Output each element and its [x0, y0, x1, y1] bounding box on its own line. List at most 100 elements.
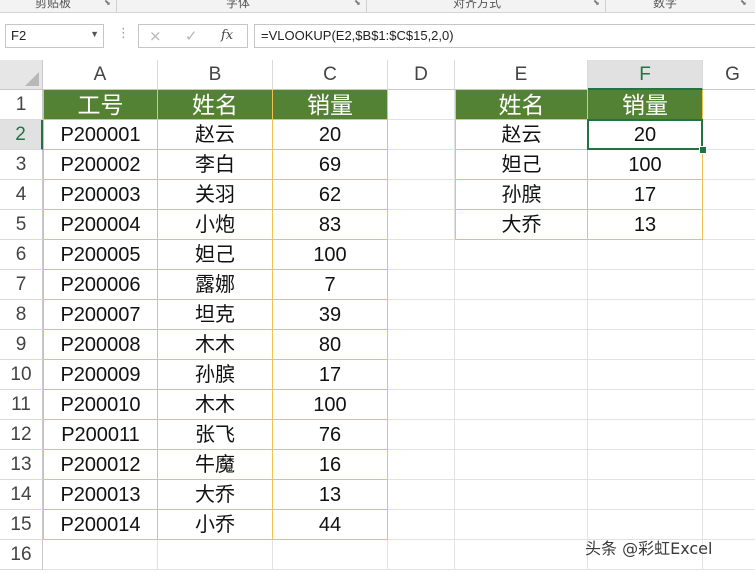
lookup-cell[interactable]: 13: [588, 210, 703, 240]
row-header-2[interactable]: 2: [0, 120, 43, 150]
empty-cell[interactable]: [455, 450, 588, 480]
empty-cell[interactable]: [588, 330, 703, 360]
empty-cell[interactable]: [588, 270, 703, 300]
empty-cell[interactable]: [588, 480, 703, 510]
clipboard-launcher-icon[interactable]: ⬊: [104, 0, 112, 7]
empty-cell[interactable]: [703, 90, 755, 120]
empty-cell[interactable]: [388, 120, 455, 150]
empty-cell[interactable]: [703, 420, 755, 450]
table-cell[interactable]: 张飞: [158, 420, 273, 450]
table-cell[interactable]: 小乔: [158, 510, 273, 540]
table-cell[interactable]: 木木: [158, 330, 273, 360]
table-cell[interactable]: 李白: [158, 150, 273, 180]
empty-cell[interactable]: [388, 180, 455, 210]
table-cell[interactable]: P200002: [43, 150, 158, 180]
empty-cell[interactable]: [588, 420, 703, 450]
lookup-cell[interactable]: 100: [588, 150, 703, 180]
empty-cell[interactable]: [388, 420, 455, 450]
column-header-g[interactable]: G: [703, 60, 755, 90]
row-header-8[interactable]: 8: [0, 300, 43, 330]
lookup-cell[interactable]: 孙膑: [455, 180, 588, 210]
table-header-cell[interactable]: 工号: [43, 90, 158, 120]
row-header-1[interactable]: 1: [0, 90, 43, 120]
empty-cell[interactable]: [588, 300, 703, 330]
table-cell[interactable]: 16: [273, 450, 388, 480]
empty-cell[interactable]: [703, 450, 755, 480]
table-cell[interactable]: P200006: [43, 270, 158, 300]
table-header-cell[interactable]: 姓名: [158, 90, 273, 120]
formula-input[interactable]: =VLOOKUP(E2,$B$1:$C$15,2,0): [254, 24, 755, 48]
table-cell[interactable]: 木木: [158, 390, 273, 420]
column-header-f[interactable]: F: [588, 60, 703, 90]
lookup-cell[interactable]: 妲己: [455, 150, 588, 180]
table-cell[interactable]: 露娜: [158, 270, 273, 300]
select-all-button[interactable]: [0, 60, 43, 90]
table-cell[interactable]: P200014: [43, 510, 158, 540]
table-cell[interactable]: P200004: [43, 210, 158, 240]
empty-cell[interactable]: [388, 540, 455, 570]
empty-cell[interactable]: [388, 270, 455, 300]
table-header-cell[interactable]: 销量: [273, 90, 388, 120]
empty-cell[interactable]: [388, 330, 455, 360]
empty-cell[interactable]: [455, 390, 588, 420]
row-header-3[interactable]: 3: [0, 150, 43, 180]
empty-cell[interactable]: [455, 480, 588, 510]
table-cell[interactable]: 39: [273, 300, 388, 330]
column-header-d[interactable]: D: [388, 60, 455, 90]
table-cell[interactable]: 7: [273, 270, 388, 300]
table-cell[interactable]: 孙膑: [158, 360, 273, 390]
number-launcher-icon[interactable]: ⬊: [740, 0, 748, 7]
row-header-6[interactable]: 6: [0, 240, 43, 270]
table-cell[interactable]: P200010: [43, 390, 158, 420]
row-header-11[interactable]: 11: [0, 390, 43, 420]
row-header-7[interactable]: 7: [0, 270, 43, 300]
empty-cell[interactable]: [703, 210, 755, 240]
empty-cell[interactable]: [43, 540, 158, 570]
table-cell[interactable]: 大乔: [158, 480, 273, 510]
lookup-cell[interactable]: 17: [588, 180, 703, 210]
row-header-4[interactable]: 4: [0, 180, 43, 210]
empty-cell[interactable]: [388, 510, 455, 540]
empty-cell[interactable]: [388, 300, 455, 330]
row-header-5[interactable]: 5: [0, 210, 43, 240]
table-cell[interactable]: 小炮: [158, 210, 273, 240]
empty-cell[interactable]: [588, 360, 703, 390]
table-cell[interactable]: P200011: [43, 420, 158, 450]
table-cell[interactable]: P200009: [43, 360, 158, 390]
row-header-14[interactable]: 14: [0, 480, 43, 510]
empty-cell[interactable]: [388, 390, 455, 420]
empty-cell[interactable]: [158, 540, 273, 570]
lookup-header-cell[interactable]: 销量: [588, 90, 703, 120]
empty-cell[interactable]: [703, 390, 755, 420]
table-cell[interactable]: P200008: [43, 330, 158, 360]
table-cell[interactable]: 13: [273, 480, 388, 510]
empty-cell[interactable]: [388, 90, 455, 120]
font-launcher-icon[interactable]: ⬊: [354, 0, 362, 7]
table-cell[interactable]: 100: [273, 390, 388, 420]
column-header-a[interactable]: A: [43, 60, 158, 90]
empty-cell[interactable]: [455, 420, 588, 450]
enter-icon[interactable]: ✓: [185, 27, 198, 45]
table-cell[interactable]: 坦克: [158, 300, 273, 330]
table-cell[interactable]: 83: [273, 210, 388, 240]
row-header-15[interactable]: 15: [0, 510, 43, 540]
lookup-cell[interactable]: 大乔: [455, 210, 588, 240]
lookup-cell[interactable]: 20: [588, 120, 703, 150]
empty-cell[interactable]: [703, 330, 755, 360]
empty-cell[interactable]: [388, 150, 455, 180]
table-cell[interactable]: 17: [273, 360, 388, 390]
insert-function-button[interactable]: fx: [221, 28, 233, 43]
empty-cell[interactable]: [273, 540, 388, 570]
row-header-10[interactable]: 10: [0, 360, 43, 390]
empty-cell[interactable]: [388, 480, 455, 510]
empty-cell[interactable]: [455, 240, 588, 270]
empty-cell[interactable]: [703, 240, 755, 270]
empty-cell[interactable]: [455, 360, 588, 390]
empty-cell[interactable]: [703, 180, 755, 210]
empty-cell[interactable]: [455, 300, 588, 330]
table-cell[interactable]: 80: [273, 330, 388, 360]
empty-cell[interactable]: [388, 450, 455, 480]
lookup-header-cell[interactable]: 姓名: [455, 90, 588, 120]
table-cell[interactable]: 44: [273, 510, 388, 540]
fill-handle[interactable]: [699, 146, 707, 154]
